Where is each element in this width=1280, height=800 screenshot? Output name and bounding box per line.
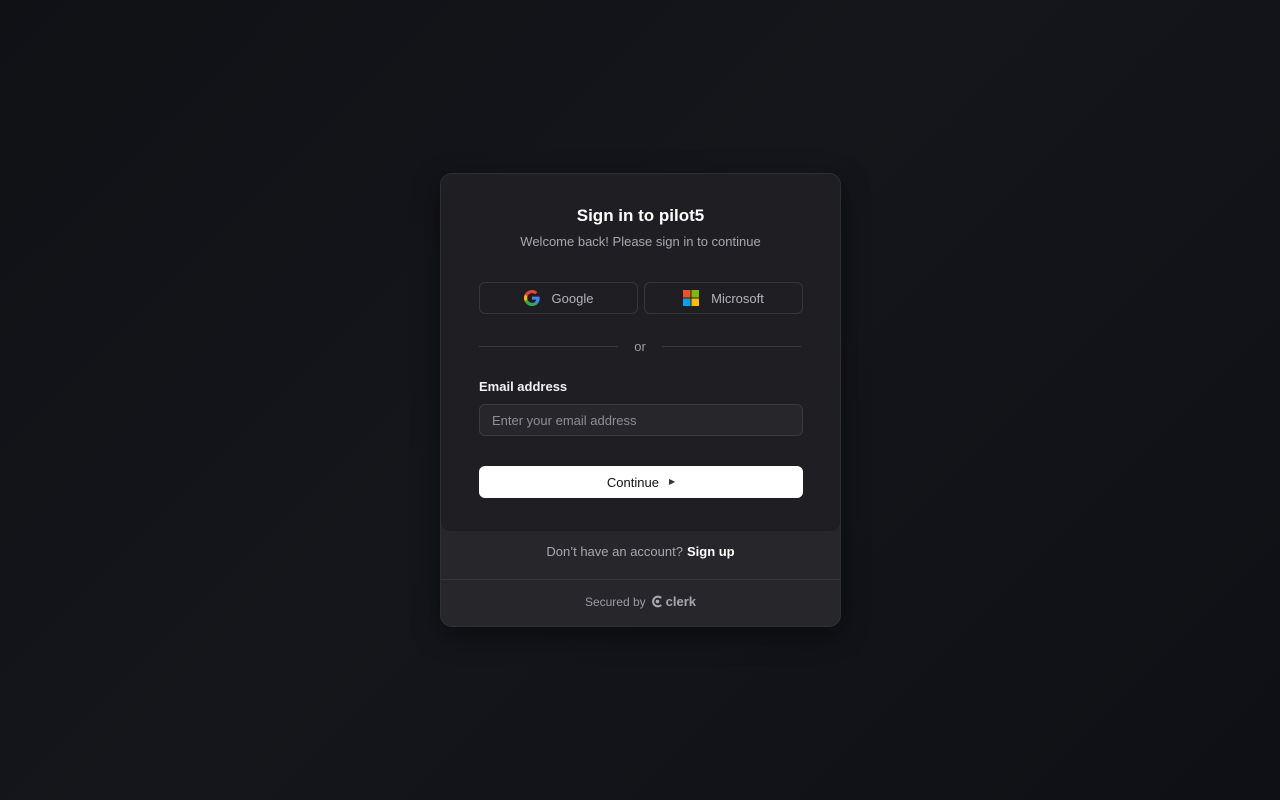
google-icon <box>523 290 540 306</box>
sign-in-form-panel: Sign in to pilot5 Welcome back! Please s… <box>441 174 840 530</box>
sign-in-card: Sign in to pilot5 Welcome back! Please s… <box>440 173 841 627</box>
sign-up-link[interactable]: Sign up <box>687 544 735 559</box>
divider-text: or <box>634 338 646 354</box>
email-field[interactable] <box>479 404 803 436</box>
divider-line-left <box>479 345 619 347</box>
divider-line-right <box>661 345 801 347</box>
microsoft-sign-in-button[interactable]: Microsoft <box>644 282 803 314</box>
clerk-logo[interactable]: clerk <box>651 594 696 609</box>
or-divider: or <box>479 338 801 354</box>
page-title: Sign in to pilot5 <box>576 206 705 225</box>
page-subtitle: Welcome back! Please sign in to continue <box>520 234 761 249</box>
continue-label: Continue <box>606 474 659 490</box>
caret-right-icon: ▶ <box>668 477 676 486</box>
google-button-label: Google <box>551 290 594 306</box>
signup-prompt-text: Don’t have an account? <box>546 544 683 559</box>
microsoft-icon <box>683 290 700 306</box>
continue-button[interactable]: Continue ▶ <box>479 466 803 498</box>
clerk-logo-icon <box>651 595 664 608</box>
email-label: Email address <box>479 379 568 394</box>
secured-by: Secured by clerk <box>441 594 840 609</box>
google-sign-in-button[interactable]: Google <box>479 282 638 314</box>
microsoft-button-label: Microsoft <box>711 290 764 306</box>
footer-divider <box>441 579 840 580</box>
signup-prompt: Don’t have an account? Sign up <box>441 544 840 559</box>
secured-by-text: Secured by <box>584 594 646 609</box>
clerk-brand-text: clerk <box>665 594 697 609</box>
